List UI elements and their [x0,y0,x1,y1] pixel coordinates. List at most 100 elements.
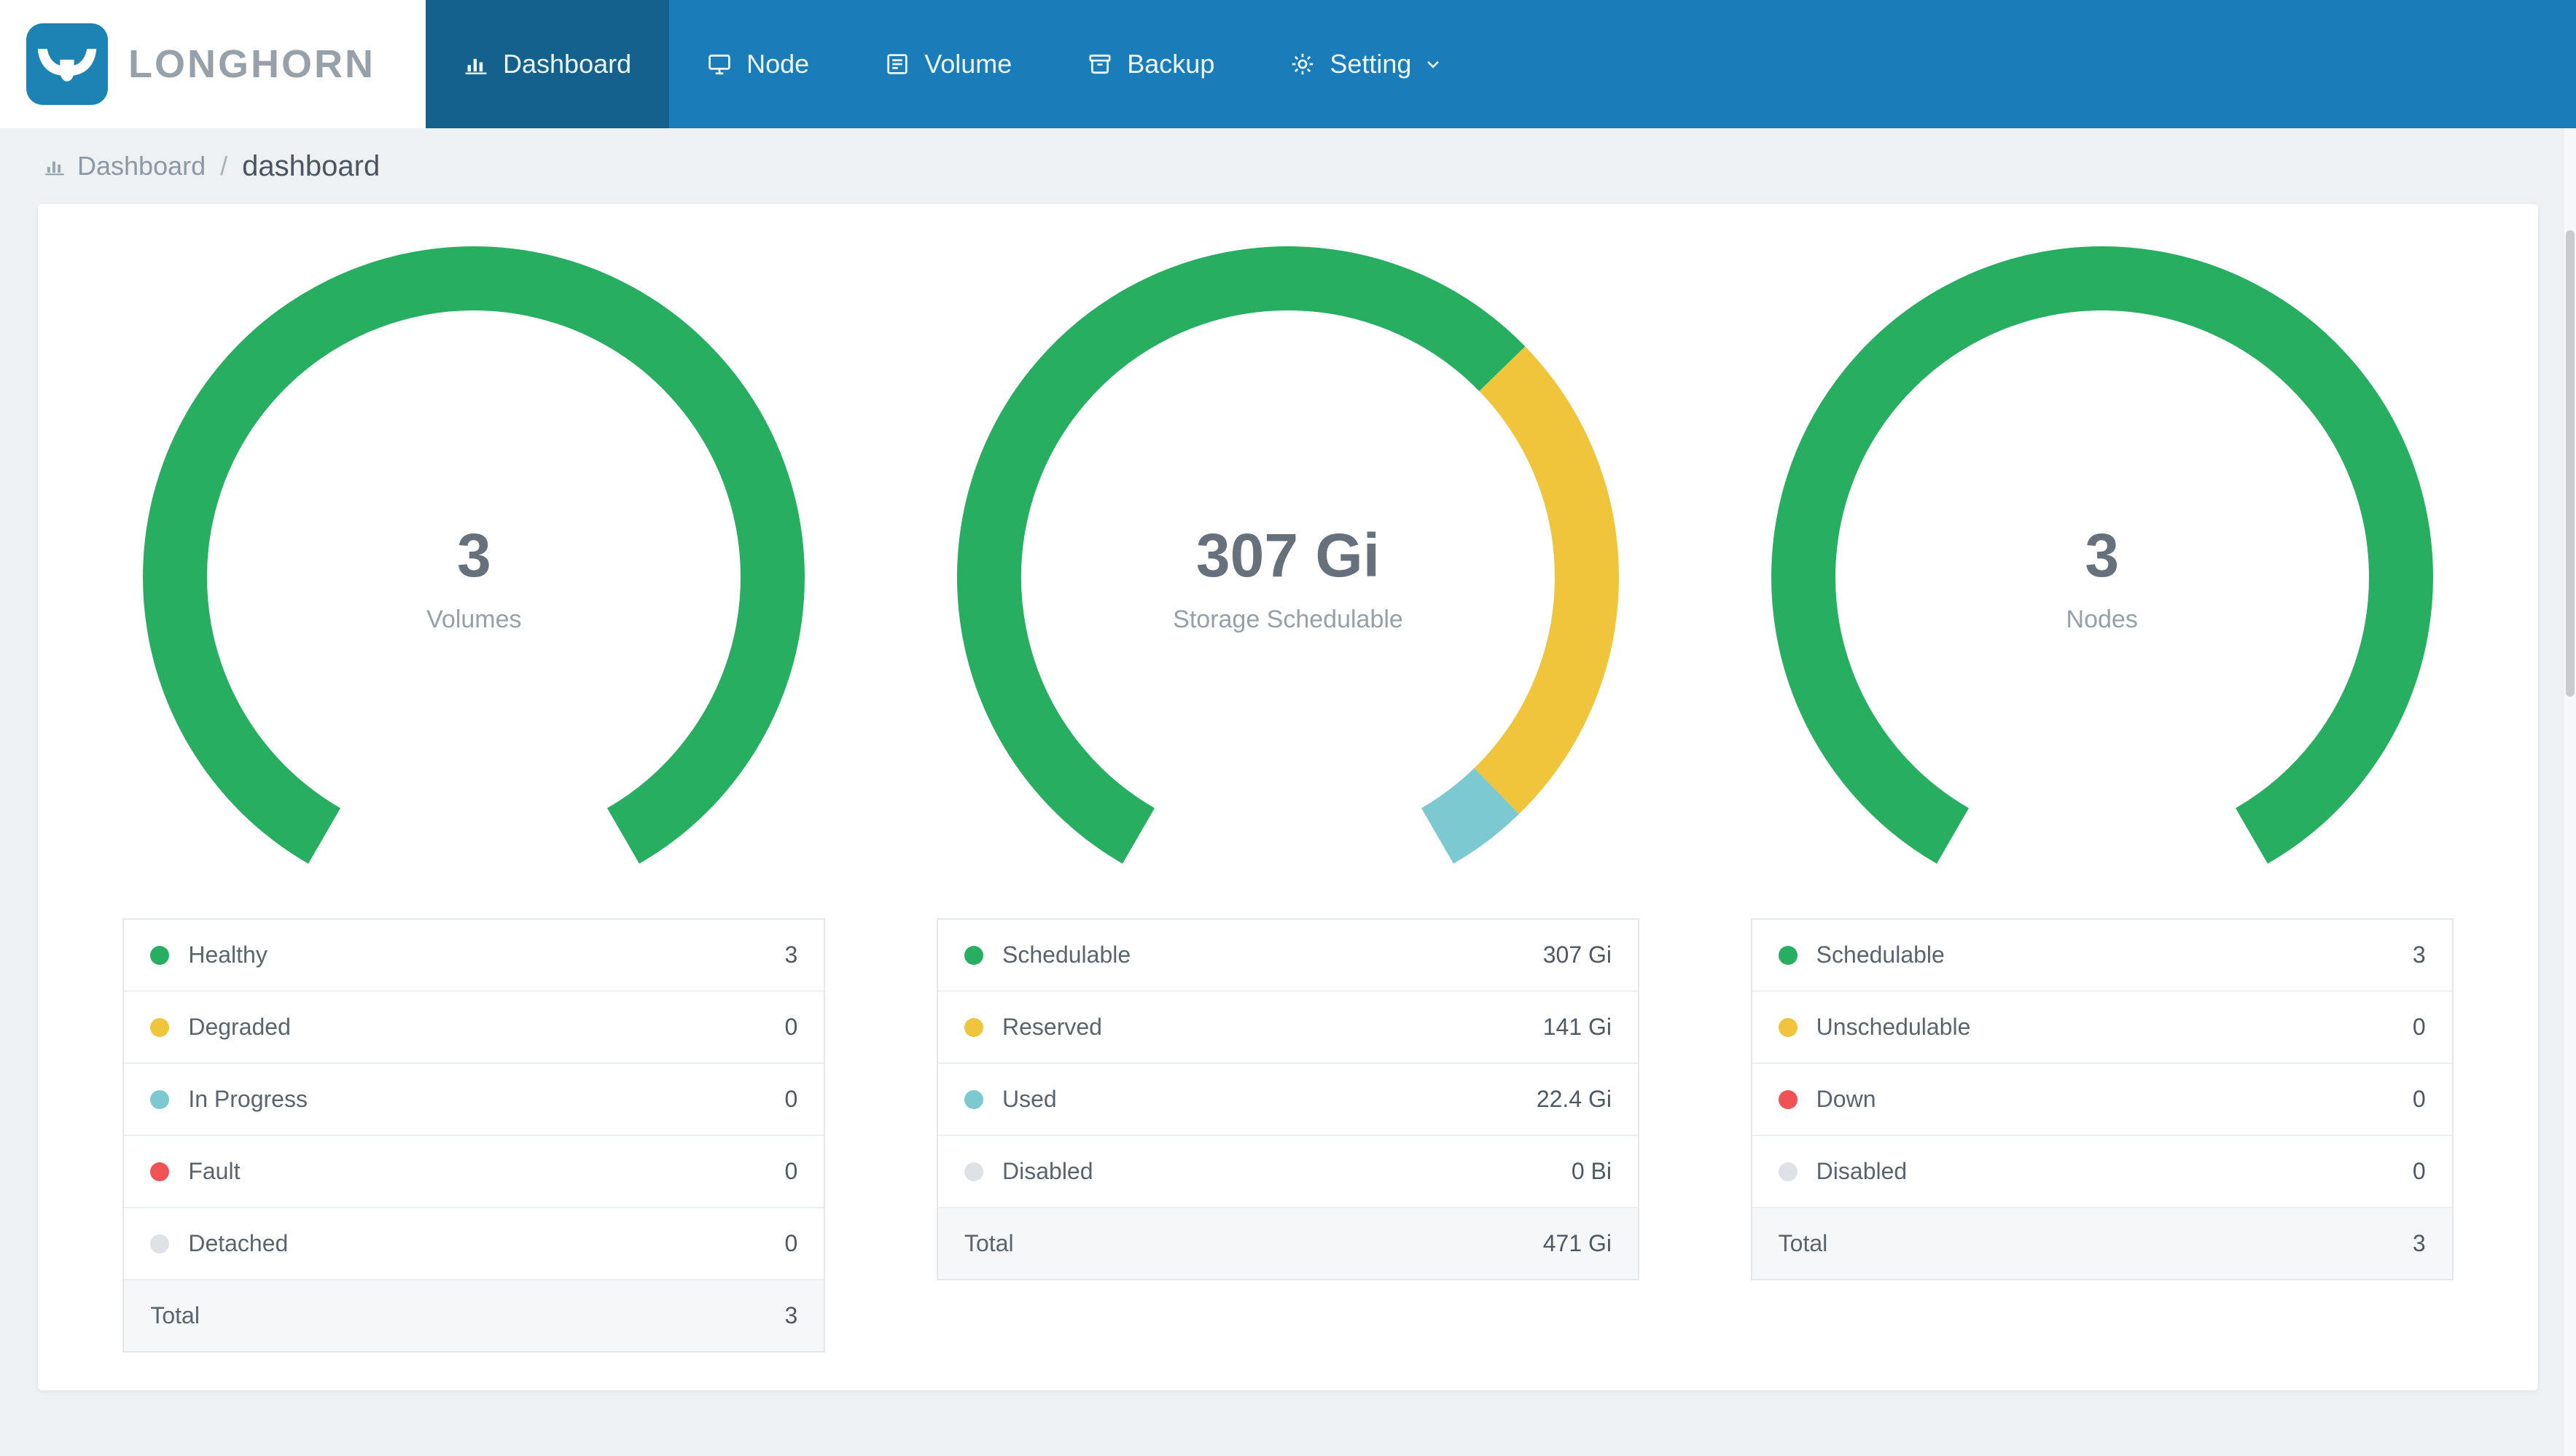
legend-value: 0 [784,1230,798,1256]
dashboard-icon [464,52,488,77]
legend-label: Detached [188,1230,289,1256]
legend-dot [964,1089,983,1109]
nav-item-node[interactable]: Node [669,0,847,128]
legend-dot [150,1017,170,1037]
legend-total-value: 3 [784,1302,798,1328]
legend-row-reserved: Reserved 141 Gi [938,992,1638,1064]
legend-label: Fault [188,1158,241,1184]
legend-label: Schedulable [1002,942,1131,968]
gauge-chart-nodes: 3 Nodes [1760,245,2445,886]
legend-value: 141 Gi [1542,1014,1612,1040]
legend-total-value: 3 [2412,1230,2426,1256]
nav-item-setting[interactable]: Setting [1252,0,1481,128]
nav-item-dashboard[interactable]: Dashboard [426,0,670,128]
longhorn-logo-icon [26,23,108,105]
nav-item-volume[interactable]: Volume [847,0,1050,128]
legend-label: Disabled [1002,1158,1093,1184]
gauge-row: 3 Volumes Healthy 3 Degraded 0 In Progress 0 Fau… [67,245,2509,1353]
legend-row-detached: Detached 0 [124,1208,824,1280]
legend-dot [964,945,983,965]
legend-value: 0 [2412,1014,2426,1040]
nav-item-label: Backup [1127,49,1215,79]
gauge-card-storage: 307 Gi Storage Schedulable Schedulable 307 … [881,245,1695,1353]
legend-table-nodes: Schedulable 3 Unschedulable 0 Down 0 Disabled 0… [1750,918,2454,1280]
legend-label: Disabled [1816,1158,1908,1184]
legend-label: Down [1816,1086,1876,1112]
legend-row-schedulable: Schedulable 3 [1752,920,2452,992]
legend-dot [150,1089,170,1109]
legend-dot [964,1017,983,1037]
legend-row-fault: Fault 0 [124,1136,824,1208]
legend-value: 0 [2412,1086,2426,1112]
volume-icon [885,52,910,77]
chevron-down-icon [1426,54,1443,74]
legend-value: 3 [784,942,798,968]
legend-total-value: 471 Gi [1542,1230,1612,1256]
setting-icon [1290,52,1315,77]
legend-label: Degraded [188,1014,291,1040]
app-name: LONGHORN [128,42,375,86]
legend-dot [964,1162,983,1181]
legend-row-disabled: Disabled 0 [1752,1136,2452,1208]
legend-dot [1778,1017,1798,1037]
legend-value: 307 Gi [1542,942,1612,968]
legend-row-unschedulable: Unschedulable 0 [1752,992,2452,1064]
nav-items: Dashboard Node Volume Backup Setting [426,0,1481,128]
legend-label: Reserved [1002,1014,1102,1040]
legend-row-used: Used 22.4 Gi [938,1064,1638,1136]
legend-dot [1778,945,1798,965]
dashboard-icon [44,155,66,177]
legend-value: 0 Bi [1571,1158,1612,1184]
legend-value: 0 [784,1086,798,1112]
legend-row-in-progress: In Progress 0 [124,1064,824,1136]
legend-dot [150,945,170,965]
legend-label: Schedulable [1816,942,1945,968]
legend-label: Unschedulable [1816,1014,1971,1040]
breadcrumb: Dashboard / dashboard [0,128,2576,204]
nav-item-label: Dashboard [503,49,632,79]
gauge-card-nodes: 3 Nodes Schedulable 3 Unschedulable 0 Down 0 Dis… [1695,245,2509,1353]
legend-row-degraded: Degraded 0 [124,992,824,1064]
scrollbar-thumb[interactable] [2566,230,2575,697]
scrollbar[interactable] [2564,128,2576,1456]
legend-label: Used [1002,1086,1057,1112]
legend-value: 0 [2412,1158,2426,1184]
legend-row-disabled: Disabled 0 Bi [938,1136,1638,1208]
node-icon [707,52,732,77]
legend-label: Healthy [188,942,268,968]
legend-dot [150,1234,170,1253]
legend-label: In Progress [188,1086,308,1112]
gauge-arc [1771,246,2433,864]
legend-table-volumes: Healthy 3 Degraded 0 In Progress 0 Fault 0 Detac… [122,918,826,1353]
legend-value: 0 [784,1014,798,1040]
app-logo[interactable]: LONGHORN [0,0,426,128]
legend-total-label: Total [964,1230,1014,1256]
nav-item-label: Setting [1330,49,1412,79]
gauge-chart-storage: 307 Gi Storage Schedulable [945,245,1631,886]
legend-row-schedulable: Schedulable 307 Gi [938,920,1638,992]
legend-total-row: Total 471 Gi [938,1208,1638,1279]
gauge-chart-volumes: 3 Volumes [131,245,816,886]
legend-total-label: Total [1778,1230,1828,1256]
breadcrumb-page: dashboard [242,149,380,182]
breadcrumb-section[interactable]: Dashboard [77,151,206,181]
legend-dot [1778,1162,1798,1181]
nav-item-label: Node [746,49,810,79]
legend-value: 0 [784,1158,798,1184]
legend-row-healthy: Healthy 3 [124,920,824,992]
legend-value: 3 [2412,942,2426,968]
legend-total-row: Total 3 [1752,1208,2452,1279]
breadcrumb-separator: / [220,151,228,181]
backup-icon [1088,52,1112,77]
legend-total-row: Total 3 [124,1280,824,1351]
top-navbar: LONGHORN Dashboard Node Volume Backup Settin… [0,0,2576,128]
legend-dot [150,1162,170,1181]
legend-row-down: Down 0 [1752,1064,2452,1136]
nav-item-label: Volume [924,49,1012,79]
main-card: 3 Volumes Healthy 3 Degraded 0 In Progress 0 Fau… [38,204,2538,1390]
legend-total-label: Total [150,1302,200,1328]
legend-value: 22.4 Gi [1536,1086,1612,1112]
nav-item-backup[interactable]: Backup [1050,0,1252,128]
legend-dot [1778,1089,1798,1109]
legend-table-storage: Schedulable 307 Gi Reserved 141 Gi Used 22.4 … [937,918,1639,1280]
